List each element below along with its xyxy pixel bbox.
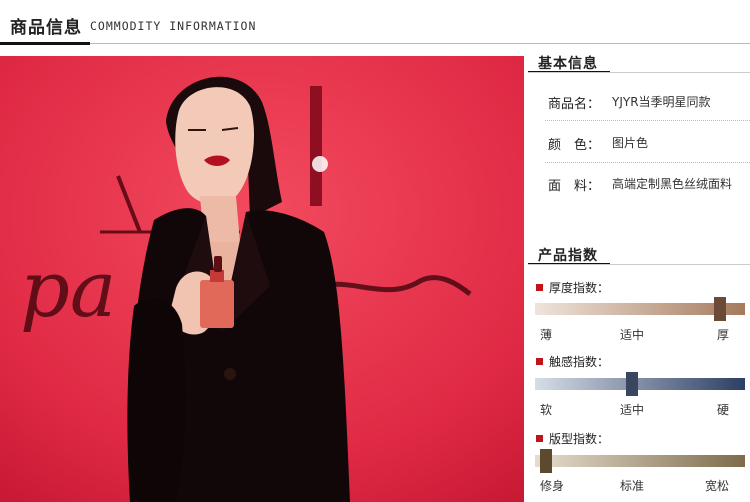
scale-high: 宽松: [705, 479, 730, 493]
product-photo: pa ne: [0, 56, 524, 502]
scale-low: 软: [540, 403, 553, 417]
info-label: 商品名：: [548, 97, 601, 112]
basic-info-title: 基本信息: [538, 56, 598, 72]
scale-mid: 适中: [620, 328, 645, 342]
dotted-separator: [545, 120, 750, 121]
header-subtitle: COMMODITY INFORMATION: [90, 19, 257, 33]
scale-low: 薄: [540, 328, 553, 342]
thickness-index-marker: [713, 297, 726, 321]
info-value: 图片色: [612, 136, 649, 150]
product-index-title: 产品指数: [538, 248, 598, 264]
scale-high: 硬: [717, 403, 730, 417]
index-label-text: 触感指数：: [549, 355, 610, 369]
info-row-name: 商品名： YJYR当季明星同款: [548, 93, 711, 112]
index-label-text: 版型指数：: [549, 432, 610, 446]
red-square-icon: [536, 435, 543, 442]
fit-index-track: [535, 449, 745, 473]
thickness-index-track: [535, 297, 745, 321]
info-row-fabric: 面 料： 高端定制黑色丝绒面料: [548, 175, 732, 194]
header-underline: [0, 42, 90, 45]
dotted-separator: [545, 162, 750, 163]
red-square-icon: [536, 284, 543, 291]
index-label-fit: 版型指数：: [536, 430, 609, 447]
index-label-touch: 触感指数：: [536, 353, 609, 370]
info-row-color: 颜 色： 图片色: [548, 134, 648, 153]
product-index-divider: [528, 264, 750, 265]
scale-mid: 标准: [620, 479, 645, 493]
header-title: 商品信息: [10, 18, 82, 38]
red-square-icon: [536, 358, 543, 365]
scale-low: 修身: [540, 479, 565, 493]
index-label-text: 厚度指数：: [549, 281, 610, 295]
section-header: 商品信息 COMMODITY INFORMATION: [0, 0, 750, 45]
info-value: 高端定制黑色丝绒面料: [612, 177, 733, 191]
scale-mid: 适中: [620, 403, 645, 417]
index-label-thickness: 厚度指数：: [536, 279, 609, 296]
touch-index-marker: [625, 372, 638, 396]
fit-index-marker: [539, 449, 552, 473]
info-value: YJYR当季明星同款: [612, 95, 711, 109]
info-label: 颜 色：: [548, 138, 601, 153]
model-photo-illustration: pa ne: [0, 56, 524, 502]
scale-high: 厚: [717, 328, 730, 342]
info-label: 面 料：: [548, 179, 601, 194]
touch-index-track: [535, 372, 745, 396]
header-divider: [0, 43, 750, 44]
basic-info-divider: [528, 72, 750, 73]
